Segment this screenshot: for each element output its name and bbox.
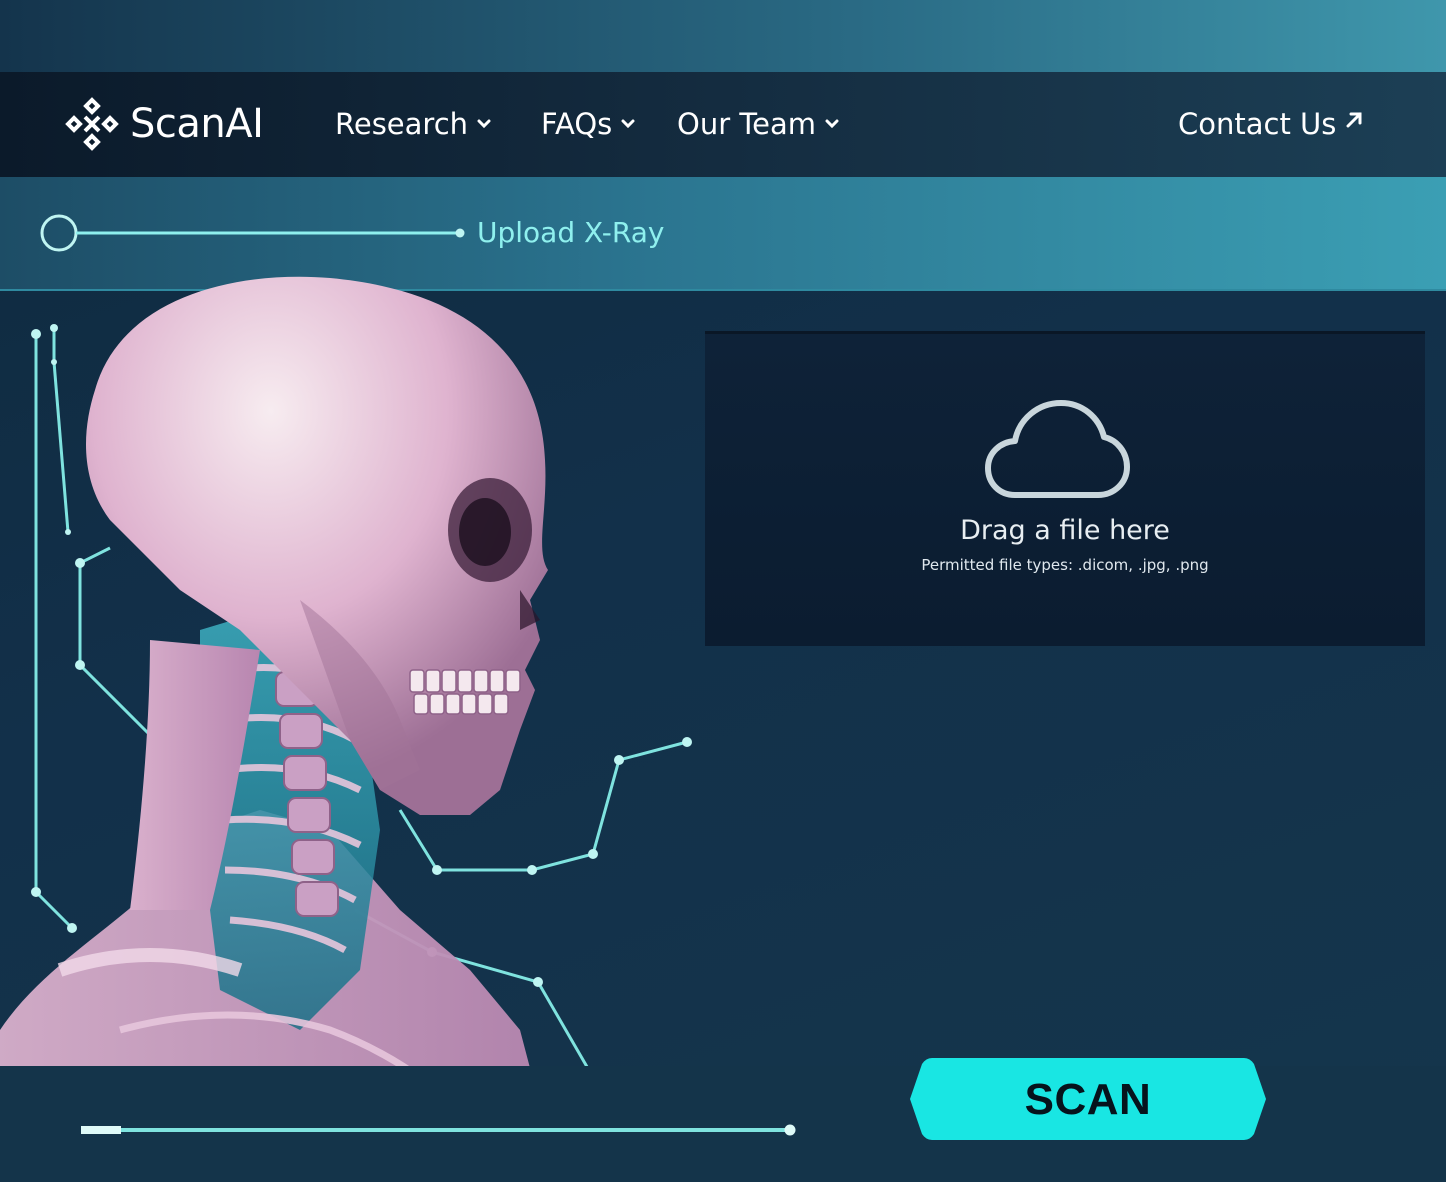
- step-progress-track: [40, 214, 465, 252]
- bottom-progress-slider[interactable]: [78, 1118, 798, 1142]
- brand-logo[interactable]: ScanAI: [64, 96, 264, 152]
- nav-our-team[interactable]: Our Team: [677, 102, 840, 146]
- drop-zone-subtitle: Permitted file types: .dicom, .jpg, .png: [921, 556, 1209, 574]
- scan-button-label: SCAN: [1024, 1075, 1152, 1124]
- slider-thumb: [81, 1126, 121, 1134]
- nav-our-team-label: Our Team: [677, 107, 816, 141]
- scan-button[interactable]: SCAN: [910, 1054, 1266, 1144]
- file-drop-zone[interactable]: Drag a file here Permitted file types: .…: [705, 331, 1425, 646]
- chevron-down-icon: [825, 119, 839, 129]
- contact-us-link[interactable]: Contact Us: [1178, 102, 1364, 146]
- arrow-up-right-icon: [1346, 112, 1362, 128]
- chevron-down-icon: [477, 119, 491, 129]
- navbar: ScanAI Research FAQs Our Team Contact Us: [0, 72, 1446, 177]
- nav-faqs[interactable]: FAQs: [541, 102, 636, 146]
- nav-faqs-label: FAQs: [541, 107, 613, 141]
- contact-us-label: Contact Us: [1178, 107, 1337, 141]
- skeleton-illustration: [0, 276, 692, 1182]
- slider-end-dot: [784, 1124, 796, 1136]
- chevron-down-icon: [621, 119, 635, 129]
- top-banner: [0, 0, 1446, 72]
- diamond-cross-icon: [65, 97, 119, 151]
- step-progress-end-dot: [455, 228, 465, 238]
- upload-xray-label: Upload X-Ray: [477, 216, 665, 249]
- step-progress-knob: [40, 214, 78, 252]
- nav-research[interactable]: Research: [335, 102, 492, 146]
- cloud-icon: [985, 400, 1130, 498]
- nav-research-label: Research: [335, 107, 469, 141]
- brand-name: ScanAI: [130, 101, 264, 147]
- drop-zone-title: Drag a file here: [960, 515, 1170, 546]
